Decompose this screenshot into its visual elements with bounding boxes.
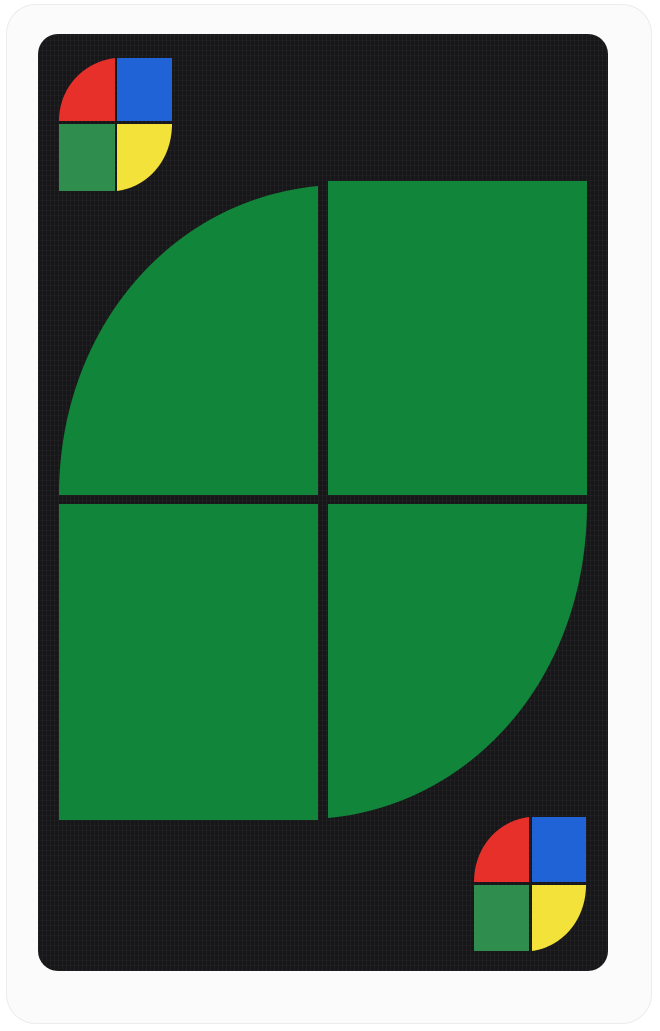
corner-emblem-top-left-green [59,124,115,191]
corner-emblem-bottom-right [474,817,586,951]
corner-emblem-top-left [59,58,172,191]
big-emblem-bottom-right-quadrant [328,504,587,818]
corner-emblem-bottom-right-blue [532,817,586,882]
corner-emblem-bottom-right-red [474,817,529,882]
big-emblem-top-left-quadrant [59,186,318,495]
corner-emblem-top-left-yellow [117,124,172,191]
corner-emblem-top-left-red [59,58,115,121]
big-emblem-top-right-quadrant [328,181,587,495]
card-artwork [59,58,587,951]
big-emblem [59,181,587,820]
corner-emblem-bottom-right-yellow [532,885,586,951]
corner-emblem-bottom-right-green [474,885,529,951]
big-emblem-bottom-left-quadrant [59,504,318,820]
corner-emblem-top-left-blue [117,58,172,121]
